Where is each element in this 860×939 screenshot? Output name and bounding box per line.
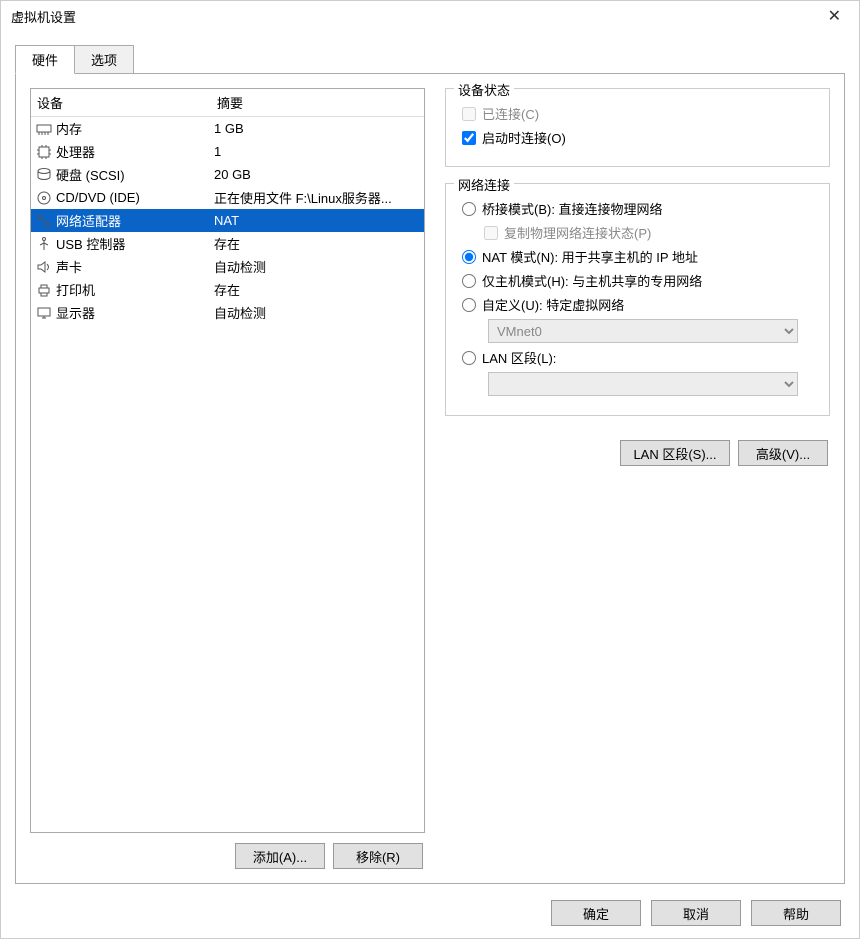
device-summary: 20 GB xyxy=(214,167,420,182)
device-summary: 1 xyxy=(214,144,420,159)
cd-icon xyxy=(35,190,53,206)
nat-label: NAT 模式(N): 用于共享主机的 IP 地址 xyxy=(482,247,698,266)
hardware-row[interactable]: USB 控制器存在 xyxy=(31,232,424,255)
ok-button[interactable]: 确定 xyxy=(551,900,641,926)
snd-icon xyxy=(35,259,53,275)
advanced-button[interactable]: 高级(V)... xyxy=(738,440,828,466)
connect-on-power-label: 启动时连接(O) xyxy=(482,128,566,147)
replicate-checkbox xyxy=(484,226,498,240)
custom-radio[interactable] xyxy=(462,298,476,312)
device-name: 打印机 xyxy=(56,280,214,299)
prn-icon xyxy=(35,282,53,298)
device-name: 网络适配器 xyxy=(56,211,214,230)
connect-on-power-checkbox[interactable] xyxy=(462,131,476,145)
hardware-list[interactable]: 设备 摘要 内存1 GB处理器1硬盘 (SCSI)20 GBCD/DVD (ID… xyxy=(30,88,425,833)
device-summary: 1 GB xyxy=(214,121,420,136)
hardware-row[interactable]: 网络适配器NAT xyxy=(31,209,424,232)
hostonly-label: 仅主机模式(H): 与主机共享的专用网络 xyxy=(482,271,702,290)
device-summary: 存在 xyxy=(214,280,420,299)
device-summary: 正在使用文件 F:\Linux服务器... xyxy=(214,188,420,207)
hardware-list-header: 设备 摘要 xyxy=(31,89,424,117)
device-name: CD/DVD (IDE) xyxy=(56,190,214,205)
hardware-row[interactable]: 内存1 GB xyxy=(31,117,424,140)
col-header-summary[interactable]: 摘要 xyxy=(211,89,424,116)
disp-icon xyxy=(35,305,53,321)
help-button[interactable]: 帮助 xyxy=(751,900,841,926)
device-name: 内存 xyxy=(56,119,214,138)
hardware-row[interactable]: 声卡自动检测 xyxy=(31,255,424,278)
lan-label: LAN 区段(L): xyxy=(482,348,556,367)
hardware-row[interactable]: 硬盘 (SCSI)20 GB xyxy=(31,163,424,186)
device-status-legend: 设备状态 xyxy=(454,80,514,99)
device-summary: 自动检测 xyxy=(214,257,420,276)
tabstrip: 硬件 选项 xyxy=(15,45,845,74)
network-connection-legend: 网络连接 xyxy=(454,175,514,194)
add-button[interactable]: 添加(A)... xyxy=(235,843,325,869)
hdd-icon xyxy=(35,167,53,183)
device-status-group: 设备状态 已连接(C) 启动时连接(O) xyxy=(445,88,830,167)
lan-radio[interactable] xyxy=(462,351,476,365)
bridge-label: 桥接模式(B): 直接连接物理网络 xyxy=(482,199,663,218)
device-summary: 存在 xyxy=(214,234,420,253)
device-summary: 自动检测 xyxy=(214,303,420,322)
cpu-icon xyxy=(35,144,53,160)
col-header-device[interactable]: 设备 xyxy=(31,89,211,116)
device-name: 硬盘 (SCSI) xyxy=(56,165,214,184)
custom-select: VMnet0 xyxy=(488,319,798,343)
hardware-row[interactable]: 打印机存在 xyxy=(31,278,424,301)
network-connection-group: 网络连接 桥接模式(B): 直接连接物理网络 复制物理网络连接状态(P) NAT… xyxy=(445,183,830,416)
device-name: 声卡 xyxy=(56,257,214,276)
hardware-row[interactable]: CD/DVD (IDE)正在使用文件 F:\Linux服务器... xyxy=(31,186,424,209)
window-title: 虚拟机设置 xyxy=(11,7,820,26)
connected-checkbox xyxy=(462,107,476,121)
device-name: 处理器 xyxy=(56,142,214,161)
replicate-label: 复制物理网络连接状态(P) xyxy=(504,223,651,242)
device-summary: NAT xyxy=(214,213,420,228)
close-icon[interactable]: ✕ xyxy=(820,2,849,30)
nat-radio[interactable] xyxy=(462,250,476,264)
hostonly-radio[interactable] xyxy=(462,274,476,288)
usb-icon xyxy=(35,236,53,252)
custom-label: 自定义(U): 特定虚拟网络 xyxy=(482,295,624,314)
connected-label: 已连接(C) xyxy=(482,104,539,123)
remove-button[interactable]: 移除(R) xyxy=(333,843,423,869)
device-name: USB 控制器 xyxy=(56,234,214,253)
net-icon xyxy=(35,213,53,229)
mem-icon xyxy=(35,121,53,137)
lan-select xyxy=(488,372,798,396)
tab-options[interactable]: 选项 xyxy=(74,45,134,74)
hardware-row[interactable]: 处理器1 xyxy=(31,140,424,163)
cancel-button[interactable]: 取消 xyxy=(651,900,741,926)
lan-segment-button[interactable]: LAN 区段(S)... xyxy=(620,440,730,466)
tab-hardware[interactable]: 硬件 xyxy=(15,45,75,74)
device-name: 显示器 xyxy=(56,303,214,322)
hardware-row[interactable]: 显示器自动检测 xyxy=(31,301,424,324)
bridge-radio[interactable] xyxy=(462,202,476,216)
